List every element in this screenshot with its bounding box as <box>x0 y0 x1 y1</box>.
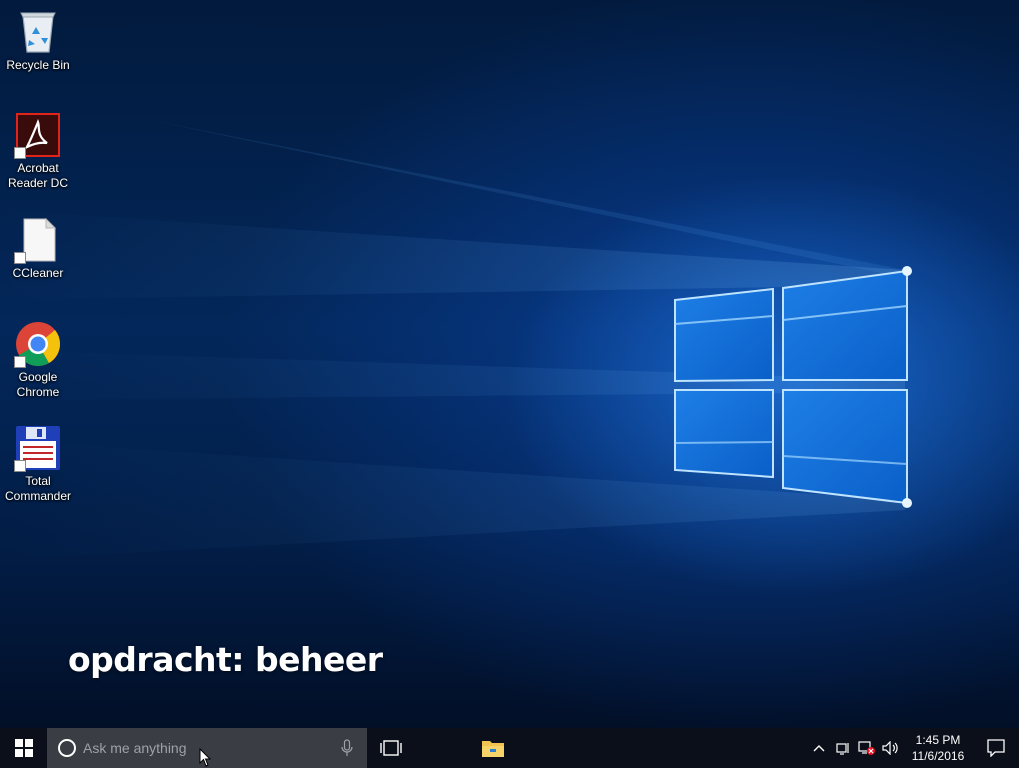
search-placeholder: Ask me anything <box>83 740 187 756</box>
search-input[interactable]: Ask me anything <box>47 728 327 768</box>
desktop-icon-label: Acrobat Reader DC <box>7 161 69 190</box>
desktop-icon-acrobat-reader[interactable]: Acrobat Reader DC <box>2 111 74 191</box>
clock-time: 1:45 PM <box>915 733 961 747</box>
desktop-icon-label: Recycle Bin <box>6 58 70 72</box>
desktop-icon-label: CCleaner <box>12 266 64 280</box>
desktop-icon-label: Total Commander <box>4 474 72 503</box>
system-tray: 1:45 PM 11/6/2016 <box>807 728 1019 768</box>
shortcut-arrow-icon <box>14 460 26 472</box>
shortcut-arrow-icon <box>14 147 26 159</box>
recycle-bin-icon <box>14 8 62 56</box>
cortana-icon <box>58 739 76 757</box>
start-button[interactable] <box>0 728 47 768</box>
acrobat-reader-icon <box>14 111 62 159</box>
taskbar: Ask me anything 1:45 PM 11/6/2016 <box>0 728 1019 768</box>
desktop: Recycle Bin Acrobat Reader DC CCleaner G… <box>0 0 1019 728</box>
shortcut-arrow-icon <box>14 356 26 368</box>
windows-wallpaper <box>0 120 912 560</box>
microphone-button[interactable] <box>327 728 367 768</box>
desktop-icon-google-chrome[interactable]: Google Chrome <box>2 320 74 400</box>
action-center-button[interactable] <box>973 728 1019 768</box>
file-explorer-button[interactable] <box>469 728 517 768</box>
network-icon[interactable] <box>831 728 855 768</box>
task-view-icon <box>380 740 402 756</box>
notification-icon <box>987 739 1005 757</box>
ccleaner-icon <box>14 216 62 264</box>
clock[interactable]: 1:45 PM 11/6/2016 <box>903 732 973 764</box>
chrome-icon <box>14 320 62 368</box>
total-commander-icon <box>14 424 62 472</box>
desktop-icon-label: Google Chrome <box>16 370 60 399</box>
desktop-icon-total-commander[interactable]: Total Commander <box>2 424 74 504</box>
clock-date: 11/6/2016 <box>911 749 965 763</box>
microphone-icon <box>341 739 353 756</box>
shortcut-arrow-icon <box>14 252 26 264</box>
folder-icon <box>482 741 504 757</box>
task-view-button[interactable] <box>367 728 415 768</box>
chevron-up-icon[interactable] <box>807 728 831 768</box>
overlay-caption: opdracht: beheer <box>68 640 383 679</box>
windows-logo-icon <box>14 739 33 757</box>
network-error-icon[interactable] <box>855 728 879 768</box>
desktop-icon-ccleaner[interactable]: CCleaner <box>2 216 74 281</box>
mouse-cursor-icon <box>199 748 212 767</box>
desktop-icon-recycle-bin[interactable]: Recycle Bin <box>2 8 74 73</box>
volume-icon[interactable] <box>879 728 903 768</box>
